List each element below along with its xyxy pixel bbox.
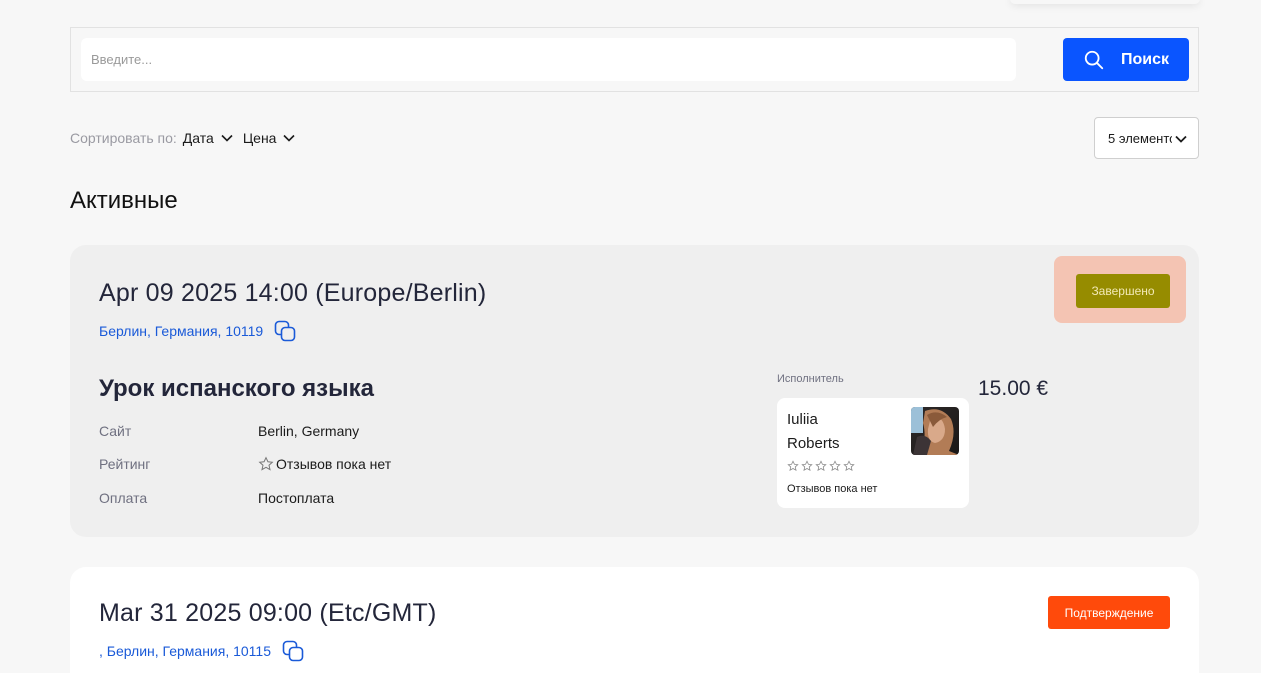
items-per-page-value: 5 элементов <box>1108 130 1172 146</box>
chevron-down-icon <box>221 134 233 142</box>
chevron-down-icon <box>1175 135 1187 143</box>
performer-rating-stars <box>787 460 855 472</box>
status-highlight: Завершено <box>1054 256 1186 323</box>
performer-reviews: Отзывов пока нет <box>787 483 878 495</box>
star-outline-icon <box>815 460 827 471</box>
sort-option-label: Дата <box>182 130 214 146</box>
performer-last-name: Roberts <box>787 435 840 452</box>
meta-label: Сайт <box>99 423 132 439</box>
booking-address: , Берлин, Германия, 10115 <box>99 643 271 659</box>
performer-first-name: Iuliia <box>787 411 818 428</box>
avatar <box>911 407 959 455</box>
sort-label: Сортировать по: <box>70 130 177 146</box>
search-button[interactable]: Поиск <box>1063 38 1189 81</box>
sort-bar: Сортировать по: Дата Цена <box>70 129 305 147</box>
sort-option-label: Цена <box>242 130 277 146</box>
course-title: Урок испанского языка <box>99 375 374 402</box>
booking-date: Mar 31 2025 09:00 (Etc/GMT) <box>99 599 437 627</box>
meta-value-rating: Отзывов пока нет <box>258 456 391 472</box>
section-title: Активные <box>70 187 178 214</box>
booking-card[interactable]: Apr 09 2025 14:00 (Europe/Berlin) Берлин… <box>70 245 1199 537</box>
status-badge[interactable]: Подтверждение <box>1048 596 1170 629</box>
price: 15.00 € <box>978 377 1049 400</box>
items-per-page-select[interactable]: 5 элементов <box>1094 117 1199 159</box>
star-outline-icon <box>258 456 274 471</box>
copy-icon[interactable] <box>281 639 305 663</box>
booking-address-link[interactable]: , Берлин, Германия, 10115 <box>99 639 305 663</box>
search-icon <box>1084 50 1104 69</box>
booking-date: Apr 09 2025 14:00 (Europe/Berlin) <box>99 279 487 307</box>
booking-address-link[interactable]: Берлин, Германия, 10119 <box>99 319 297 343</box>
booking-card[interactable]: Mar 31 2025 09:00 (Etc/GMT) , Берлин, Ге… <box>70 567 1199 673</box>
search-bar: Поиск <box>70 27 1199 92</box>
header-edge <box>1010 0 1200 4</box>
meta-label: Оплата <box>99 490 148 506</box>
star-outline-icon <box>843 460 855 471</box>
search-input[interactable] <box>81 38 1016 81</box>
star-outline-icon <box>829 460 841 471</box>
copy-icon[interactable] <box>273 319 297 343</box>
booking-address: Берлин, Германия, 10119 <box>99 323 264 339</box>
star-outline-icon <box>801 460 813 471</box>
performer-card[interactable]: Iuliia Roberts Отзывов пока нет <box>777 398 969 508</box>
chevron-down-icon <box>283 134 296 142</box>
sort-by-price[interactable]: Цена <box>243 130 296 146</box>
star-outline-icon <box>787 460 799 471</box>
status-badge[interactable]: Завершено <box>1076 274 1170 308</box>
sort-by-date[interactable]: Дата <box>183 130 233 146</box>
meta-value: Постоплата <box>258 490 335 506</box>
meta-label: Рейтинг <box>99 456 151 472</box>
performer-label: Исполнитель <box>777 373 844 385</box>
meta-value: Berlin, Germany <box>258 423 360 439</box>
search-button-label: Поиск <box>1120 50 1169 68</box>
rating-text: Отзывов пока нет <box>276 456 392 472</box>
